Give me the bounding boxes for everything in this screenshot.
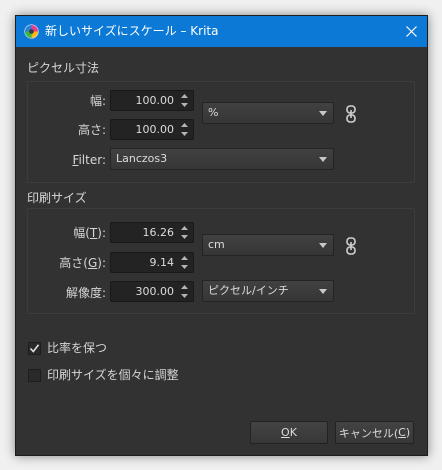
triangle-down-icon[interactable] <box>179 263 190 271</box>
pixel-dimensions-title: ピクセル寸法 <box>27 61 100 75</box>
resolution-unit-value: ピクセル/インチ <box>208 284 289 297</box>
print-height-stepper[interactable] <box>178 254 191 271</box>
pixel-unit-dropdown[interactable]: % <box>202 102 334 124</box>
triangle-down-icon[interactable] <box>179 130 190 138</box>
print-height-accel-key: G <box>87 256 98 270</box>
cancel-accel-key: C <box>398 426 406 439</box>
resolution-unit-dropdown[interactable]: ピクセル/インチ <box>202 280 334 302</box>
keep-ratio-checkbox[interactable] <box>28 342 41 355</box>
triangle-down-icon[interactable] <box>179 101 190 109</box>
krita-logo-icon <box>24 24 39 39</box>
adjust-separately-checkbox[interactable] <box>28 369 41 382</box>
print-width-stepper[interactable] <box>178 224 191 241</box>
resolution-value: 300.00 <box>135 285 175 298</box>
triangle-up-icon[interactable] <box>179 224 190 232</box>
chevron-down-icon <box>319 157 327 162</box>
triangle-up-icon[interactable] <box>179 92 190 100</box>
print-size-title: 印刷サイズ <box>27 191 87 205</box>
filter-label-text: ilter: <box>78 153 106 167</box>
ok-accel-key: O <box>281 426 290 439</box>
pixel-width-stepper[interactable] <box>178 92 191 109</box>
chevron-down-icon <box>319 243 327 248</box>
pixel-width-value: 100.00 <box>135 94 175 107</box>
pixel-height-spinbox[interactable]: 100.00 <box>110 119 194 140</box>
pixel-width-spinbox[interactable]: 100.00 <box>110 90 194 111</box>
print-width-value: 16.26 <box>142 226 175 239</box>
filter-label: Filter: <box>56 153 106 167</box>
triangle-up-icon[interactable] <box>179 121 190 129</box>
print-height-spinbox[interactable]: 9.14 <box>110 252 194 273</box>
cancel-button[interactable]: キャンセル(C) <box>335 421 414 444</box>
triangle-down-icon[interactable] <box>179 233 190 241</box>
pixel-height-value: 100.00 <box>135 123 175 136</box>
pixel-height-stepper[interactable] <box>178 121 191 138</box>
pixel-unit-value: % <box>208 106 219 119</box>
close-icon <box>405 26 417 37</box>
filter-value: Lanczos3 <box>116 152 168 165</box>
print-width-label-post: ): <box>97 226 106 240</box>
title-bar: 新しいサイズにスケール – Krita <box>16 16 427 47</box>
print-width-spinbox[interactable]: 16.26 <box>110 222 194 243</box>
cancel-label-pre: キャンセル( <box>338 426 399 440</box>
chevron-down-icon <box>319 111 327 116</box>
close-button[interactable] <box>395 16 427 47</box>
window-title: 新しいサイズにスケール – Krita <box>45 24 219 38</box>
print-height-value: 9.14 <box>149 256 175 269</box>
triangle-down-icon[interactable] <box>179 292 190 300</box>
print-height-label-pre: 高さ( <box>59 256 88 270</box>
pixel-height-label: 高さ: <box>77 123 106 137</box>
ok-label-rest: K <box>289 426 297 439</box>
adjust-separately-label[interactable]: 印刷サイズを個々に調整 <box>47 368 179 382</box>
print-height-label-post: ): <box>97 256 106 270</box>
cancel-label-post: ) <box>405 426 411 439</box>
chain-link-icon[interactable] <box>345 105 357 123</box>
resolution-stepper[interactable] <box>178 283 191 300</box>
pixel-width-label: 幅: <box>89 94 106 108</box>
triangle-up-icon[interactable] <box>179 283 190 291</box>
checkmark-icon <box>29 344 40 353</box>
chevron-down-icon <box>319 289 327 294</box>
scale-dialog: 新しいサイズにスケール – Krita ピクセル寸法 幅: 100.00 高さ:… <box>15 15 428 456</box>
resolution-label: 解像度: <box>65 286 106 300</box>
triangle-up-icon[interactable] <box>179 254 190 262</box>
print-height-label: 高さ(G): <box>36 256 106 270</box>
keep-ratio-label[interactable]: 比率を保つ <box>47 341 107 355</box>
resolution-spinbox[interactable]: 300.00 <box>110 281 194 302</box>
print-width-label-pre: 幅( <box>73 226 90 240</box>
ok-button[interactable]: OK <box>250 421 328 444</box>
print-unit-dropdown[interactable]: cm <box>202 234 334 256</box>
print-width-label: 幅(T): <box>46 226 106 240</box>
print-unit-value: cm <box>208 238 225 251</box>
chain-link-icon[interactable] <box>345 237 357 255</box>
filter-dropdown[interactable]: Lanczos3 <box>110 148 334 170</box>
